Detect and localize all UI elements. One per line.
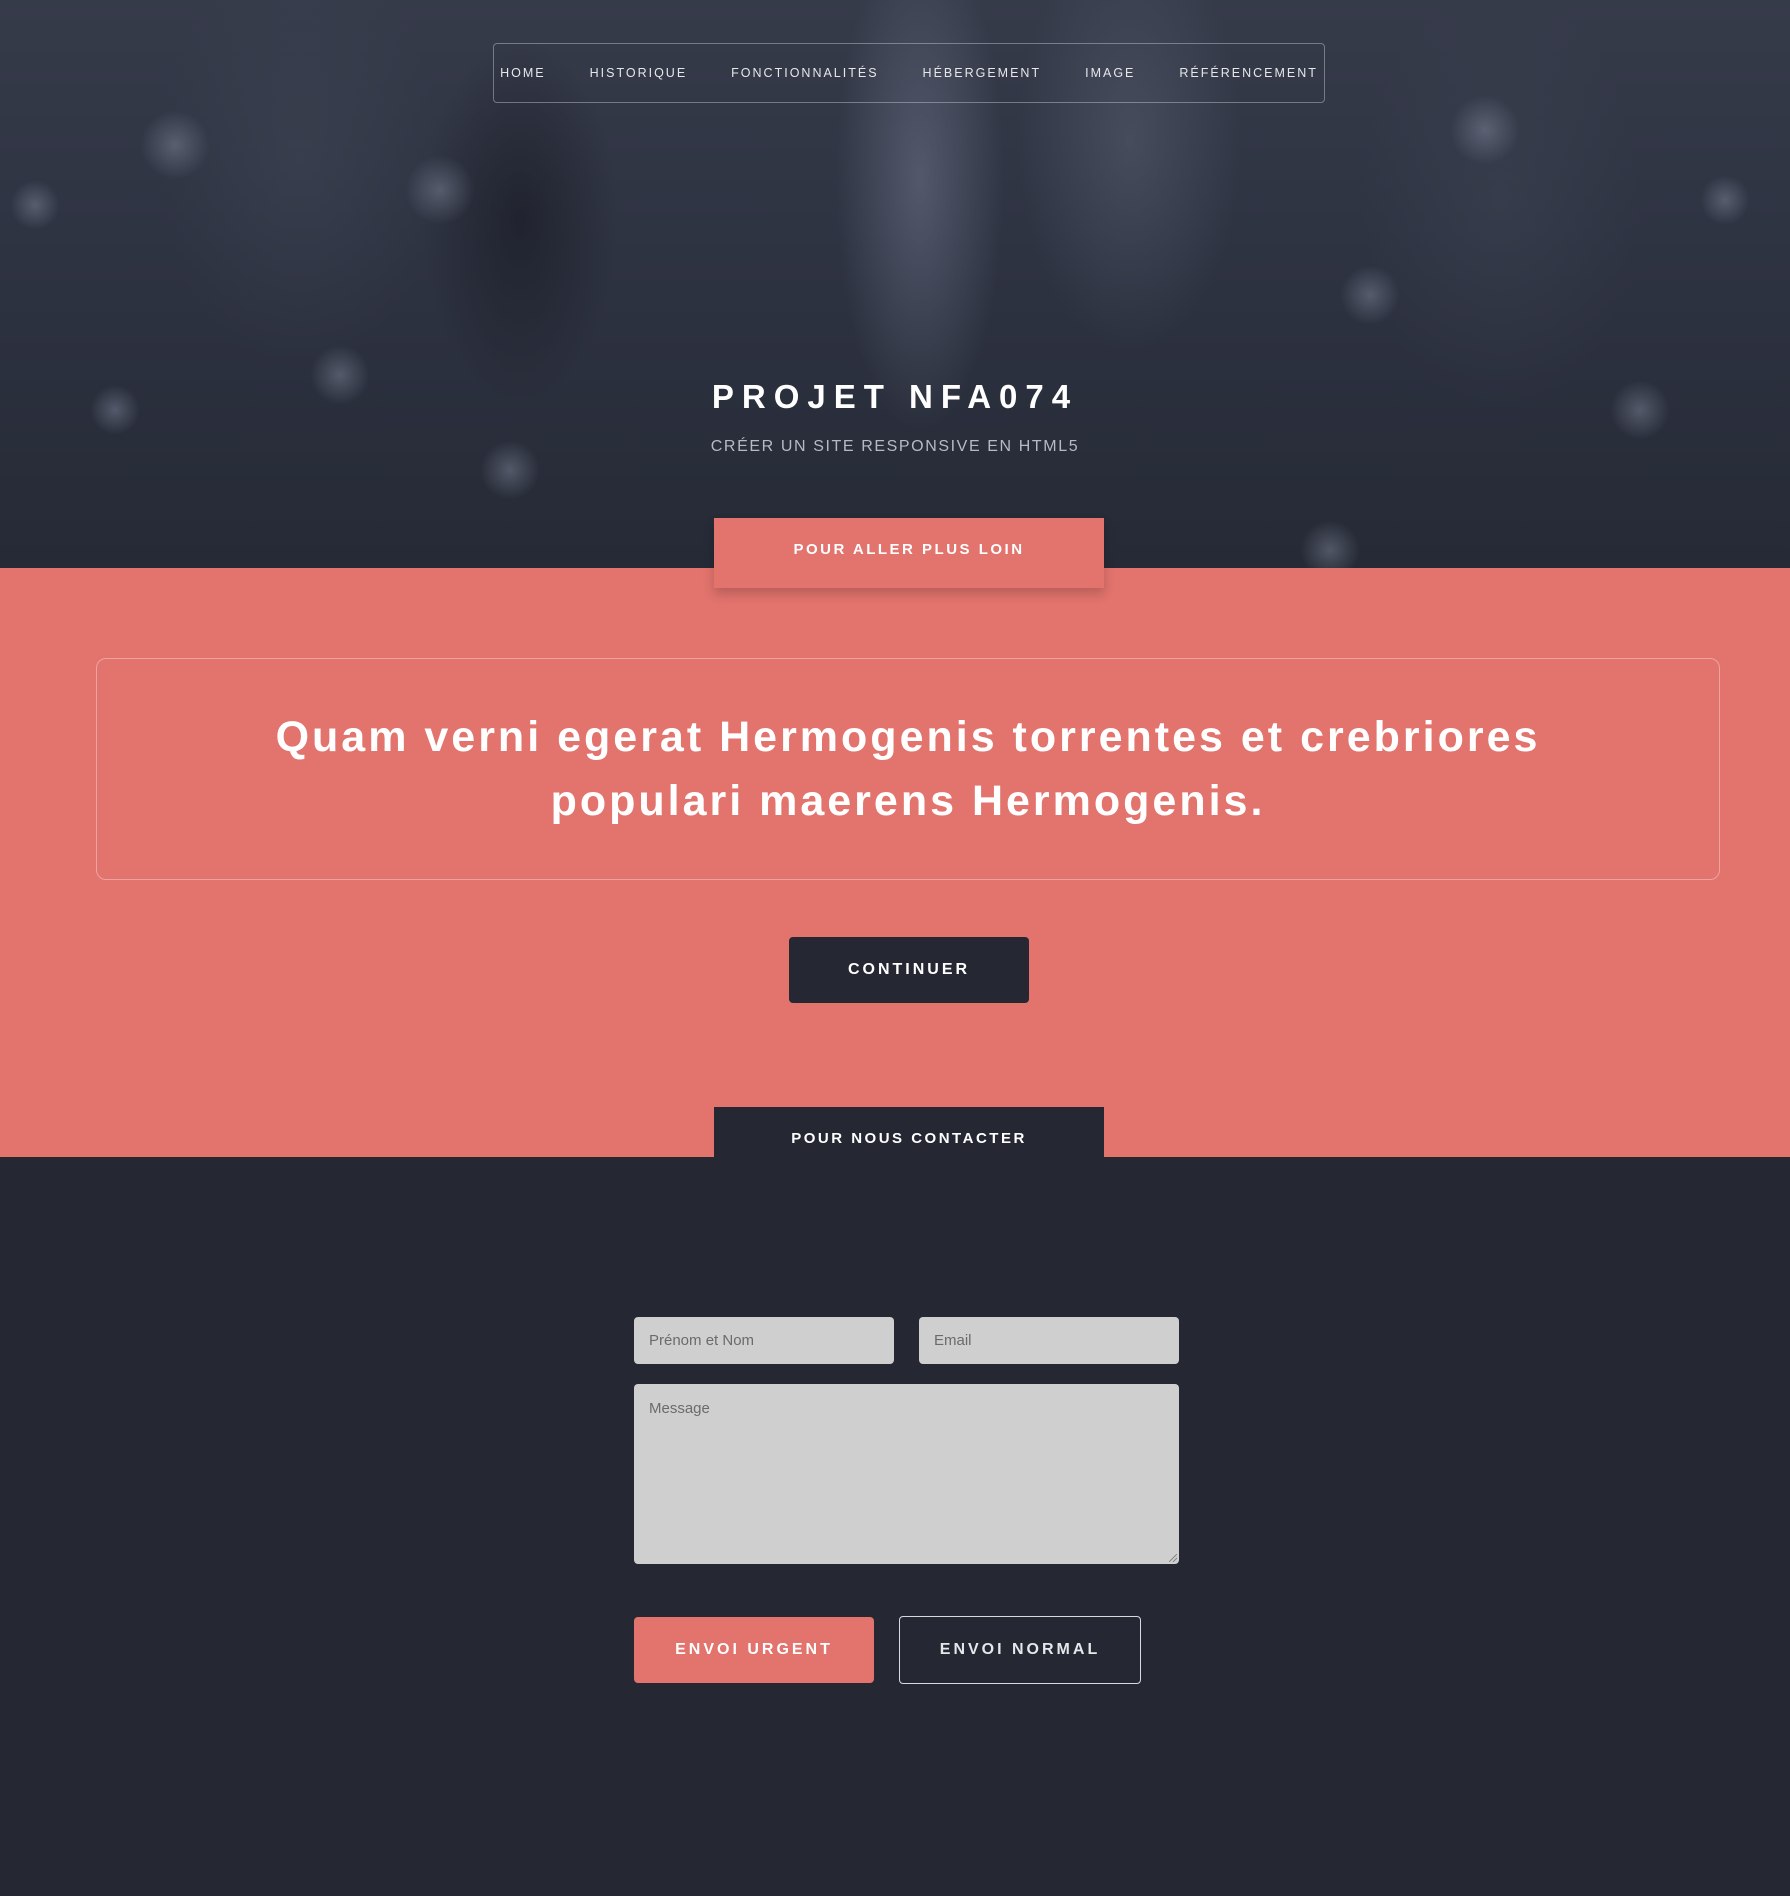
hero-section: HOME HISTORIQUE FONCTIONNALITÉS HÉBERGEM… [0,0,1790,568]
section-tab-more: POUR ALLER PLUS LOIN [714,518,1104,588]
bokeh-light [1300,520,1360,568]
send-normal-button[interactable]: ENVOI NORMAL [899,1616,1141,1684]
quote-text: Quam verni egerat Hermogenis torrentes e… [275,713,1541,825]
resize-grip-icon[interactable] [1169,1554,1177,1562]
bokeh-light [10,180,60,230]
nav-item-historique[interactable]: HISTORIQUE [568,66,710,80]
quote-box: Quam verni egerat Hermogenis torrentes e… [96,658,1720,880]
send-urgent-button[interactable]: ENVOI URGENT [634,1617,874,1683]
nav-item-hebergement[interactable]: HÉBERGEMENT [901,66,1064,80]
bokeh-light [1340,265,1400,325]
bokeh-light [140,110,210,180]
message-placeholder: Message [649,1400,710,1417]
bokeh-light [1700,175,1750,225]
hero-subtitle: CRÉER UN SITE RESPONSIVE EN HTML5 [710,438,1080,455]
nav-item-image[interactable]: IMAGE [1063,66,1157,80]
message-field[interactable]: Message [634,1384,1179,1564]
bokeh-light [405,155,475,225]
nav-item-fonctionnalites[interactable]: FONCTIONNALITÉS [709,66,900,80]
continue-button[interactable]: CONTINUER [789,937,1029,1003]
bokeh-light [1450,95,1520,165]
nav-item-referencement[interactable]: RÉFÉRENCEMENT [1157,66,1340,80]
section-tab-contact: POUR NOUS CONTACTER [714,1107,1104,1157]
hero-title: PROJET NFA074 [711,378,1079,415]
more-section: Quam verni egerat Hermogenis torrentes e… [0,568,1790,1157]
name-field[interactable]: Prénom et Nom [634,1317,894,1364]
nav-item-home[interactable]: HOME [478,66,568,80]
email-field[interactable]: Email [919,1317,1179,1364]
main-nav: HOME HISTORIQUE FONCTIONNALITÉS HÉBERGEM… [493,43,1325,103]
